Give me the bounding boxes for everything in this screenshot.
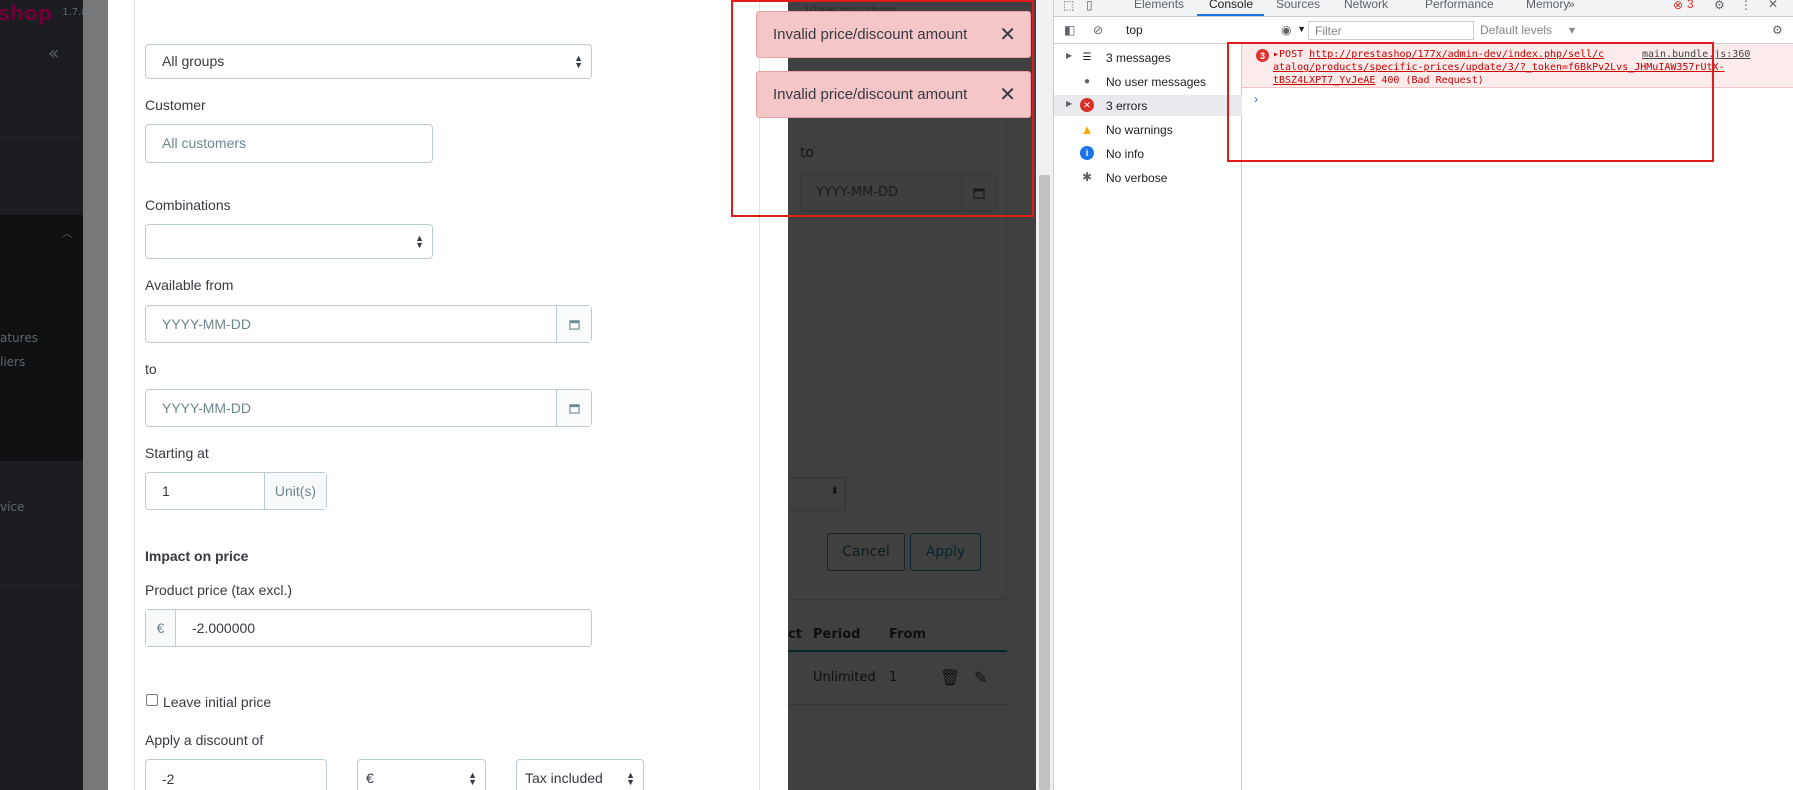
available-from-label: Available from bbox=[145, 277, 234, 293]
highlight-box bbox=[731, 0, 1034, 217]
more-tabs-icon[interactable]: » bbox=[1568, 0, 1575, 11]
tax-mode-select[interactable]: Tax included ▲ ▼ bbox=[516, 759, 644, 790]
sidebar-item-label: No user messages bbox=[1106, 75, 1207, 89]
gear-icon[interactable]: ⚙ bbox=[1772, 23, 1783, 37]
unit-addon: Unit(s) bbox=[264, 473, 326, 509]
expand-icon[interactable]: ▶ bbox=[1066, 99, 1072, 108]
sidebar-item-info[interactable]: i No info bbox=[1054, 143, 1242, 164]
filter-placeholder: Filter bbox=[1315, 24, 1342, 38]
close-icon[interactable]: ✕ bbox=[1768, 0, 1778, 11]
sidebar-item-label: No warnings bbox=[1106, 123, 1173, 137]
updown-icon: ▲ ▼ bbox=[574, 52, 583, 70]
kebab-menu-icon[interactable]: ⋮ bbox=[1740, 0, 1752, 12]
levels-dropdown[interactable]: Default levels bbox=[1480, 23, 1552, 37]
modal-scrollbar[interactable] bbox=[1036, 0, 1053, 790]
starting-at-label: Starting at bbox=[145, 445, 209, 461]
console-toolbar: ◧ ⊘ top ▼ ◉ Filter Default levels ▾ ⚙ bbox=[1054, 18, 1793, 44]
dropdown-arrow-icon: ▾ bbox=[1569, 23, 1576, 37]
customer-placeholder: All customers bbox=[162, 135, 247, 151]
discount-type-select[interactable]: € ▲ ▼ bbox=[357, 759, 486, 790]
sidebar-item-label: No info bbox=[1106, 147, 1145, 161]
starting-at-value: 1 bbox=[162, 483, 170, 499]
device-icon[interactable]: ▯ bbox=[1086, 0, 1093, 12]
clear-console-icon[interactable]: ⊘ bbox=[1093, 23, 1103, 37]
info-icon: i bbox=[1080, 146, 1094, 160]
combinations-label: Combinations bbox=[145, 197, 231, 213]
calendar-icon[interactable] bbox=[556, 390, 591, 426]
updown-icon: ▲ ▼ bbox=[415, 232, 424, 250]
list-icon: ☰ bbox=[1082, 51, 1092, 63]
to-date-input[interactable]: YYYY-MM-DD bbox=[145, 389, 592, 427]
context-select[interactable]: top ▼ bbox=[1126, 23, 1306, 37]
product-price-label: Product price (tax excl.) bbox=[145, 582, 293, 598]
currency-addon: € bbox=[146, 610, 176, 646]
tab-memory[interactable]: Memory bbox=[1526, 0, 1569, 11]
expand-icon[interactable]: ▶ bbox=[1066, 51, 1072, 60]
discount-label: Apply a discount of bbox=[145, 732, 264, 748]
error-icon: ✕ bbox=[1080, 98, 1094, 112]
discount-value-input[interactable]: -2 bbox=[145, 759, 327, 790]
tab-console[interactable]: Console bbox=[1209, 0, 1253, 11]
updown-icon: ▲ ▼ bbox=[468, 770, 477, 787]
leave-initial-price-checkbox[interactable] bbox=[146, 694, 158, 706]
sidebar-item-errors[interactable]: ▶ ✕ 3 errors bbox=[1054, 95, 1242, 116]
tab-elements[interactable]: Elements bbox=[1134, 0, 1184, 11]
active-tab-indicator bbox=[1197, 14, 1264, 16]
impact-heading: Impact on price bbox=[145, 548, 249, 564]
sidebar-item-label: No verbose bbox=[1106, 171, 1168, 185]
gear-icon[interactable]: ⚙ bbox=[1714, 0, 1725, 12]
filter-input[interactable]: Filter bbox=[1308, 21, 1474, 40]
sidebar-item-user-messages[interactable]: ● No user messages bbox=[1054, 71, 1242, 92]
dropdown-arrow-icon: ▼ bbox=[1297, 24, 1306, 34]
console-sidebar: ▶ ☰ 3 messages ● No user messages ▶ ✕ 3 … bbox=[1054, 44, 1242, 790]
product-price-value: -2.000000 bbox=[192, 620, 256, 636]
customer-label: Customer bbox=[145, 97, 206, 113]
group-select[interactable]: All groups ▲ ▼ bbox=[145, 44, 592, 79]
sidebar-item-verbose[interactable]: ✱ No verbose bbox=[1054, 167, 1242, 188]
product-price-input[interactable]: € -2.000000 bbox=[145, 609, 592, 647]
available-from-input[interactable]: YYYY-MM-DD bbox=[145, 305, 592, 343]
discount-value: -2 bbox=[162, 771, 175, 787]
sidebar-item-label: 3 messages bbox=[1106, 51, 1171, 65]
context-value: top bbox=[1126, 23, 1143, 37]
sidebar-item-label: 3 errors bbox=[1106, 99, 1148, 113]
bug-icon: ✱ bbox=[1081, 170, 1093, 184]
starting-at-input[interactable]: 1 Unit(s) bbox=[145, 472, 327, 510]
customer-input[interactable]: All customers bbox=[145, 124, 433, 163]
to-label: to bbox=[145, 361, 157, 377]
tab-sources[interactable]: Sources bbox=[1276, 0, 1320, 11]
sidebar-item-warnings[interactable]: ▲ No warnings bbox=[1054, 119, 1242, 140]
eye-icon[interactable]: ◉ bbox=[1281, 23, 1291, 37]
tax-mode-value: Tax included bbox=[525, 770, 603, 786]
tab-network[interactable]: Network bbox=[1344, 0, 1388, 11]
to-placeholder: YYYY-MM-DD bbox=[162, 400, 251, 416]
sidebar-item-messages[interactable]: ▶ ☰ 3 messages bbox=[1054, 47, 1242, 68]
updown-icon: ▲ ▼ bbox=[626, 770, 635, 787]
combinations-select[interactable]: ▲ ▼ bbox=[145, 224, 433, 259]
warning-icon: ▲ bbox=[1080, 121, 1094, 137]
calendar-icon[interactable] bbox=[556, 306, 591, 342]
from-placeholder: YYYY-MM-DD bbox=[162, 316, 251, 332]
error-count-icon[interactable]: ⊗ bbox=[1673, 0, 1683, 12]
error-count[interactable]: 3 bbox=[1687, 0, 1694, 11]
discount-type-value: € bbox=[366, 770, 374, 786]
leave-initial-price-label: Leave initial price bbox=[163, 694, 272, 710]
sidebar-toggle-icon[interactable]: ◧ bbox=[1064, 23, 1075, 37]
group-select-value: All groups bbox=[162, 53, 225, 69]
devtools-tabbar: ⬚ ▯ Elements Console Sources Network Per… bbox=[1054, 0, 1793, 17]
inspect-icon[interactable]: ⬚ bbox=[1063, 0, 1074, 12]
tab-performance[interactable]: Performance bbox=[1425, 0, 1494, 11]
scrollbar-thumb[interactable] bbox=[1039, 175, 1050, 790]
user-icon: ● bbox=[1083, 75, 1091, 87]
highlight-box bbox=[1227, 42, 1714, 162]
